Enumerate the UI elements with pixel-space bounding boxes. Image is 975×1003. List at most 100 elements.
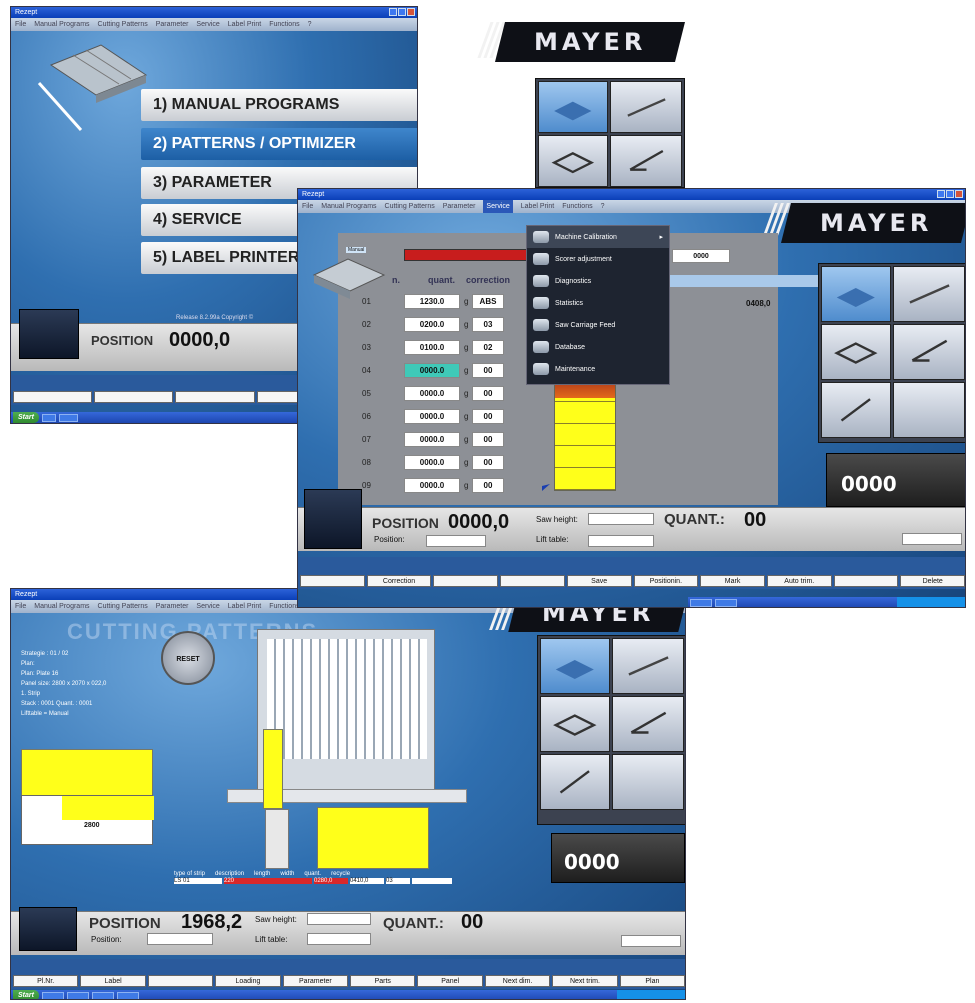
fkey-empty[interactable] bbox=[433, 575, 499, 587]
close-icon[interactable] bbox=[955, 190, 963, 198]
saw-height-field[interactable] bbox=[588, 513, 654, 525]
push-tool-button[interactable] bbox=[610, 135, 682, 187]
taskbar-item[interactable] bbox=[690, 598, 712, 607]
row-correction-field[interactable]: 00 bbox=[472, 455, 504, 470]
start-button[interactable]: Start bbox=[13, 990, 39, 999]
taskbar-item[interactable] bbox=[41, 991, 64, 999]
table-row[interactable]: 05 0000.0 g 00 bbox=[358, 383, 558, 405]
row-correction-field[interactable]: 00 bbox=[472, 386, 504, 401]
saw-height-field[interactable] bbox=[307, 913, 371, 925]
manual-programs-button[interactable]: 1) MANUAL PROGRAMS bbox=[141, 89, 417, 121]
cut-tool-button[interactable] bbox=[610, 81, 682, 133]
fkey-mark[interactable]: Mark bbox=[700, 575, 765, 587]
fkey-empty[interactable] bbox=[300, 575, 365, 587]
menu-service[interactable]: Service bbox=[196, 600, 219, 613]
menu-item-database[interactable]: Database bbox=[527, 336, 669, 358]
push-tool-button[interactable] bbox=[612, 696, 684, 752]
machine-icon[interactable] bbox=[19, 309, 79, 359]
row-correction-field[interactable]: 00 bbox=[472, 478, 504, 493]
menu-help[interactable]: ? bbox=[601, 200, 605, 213]
row-correction-field[interactable]: 03 bbox=[472, 317, 504, 332]
taskbar-item[interactable] bbox=[714, 598, 737, 607]
menu-cutting-patterns[interactable]: Cutting Patterns bbox=[98, 18, 148, 31]
start-button[interactable]: Start bbox=[13, 412, 39, 423]
menu-item-maintenance[interactable]: Maintenance bbox=[527, 358, 669, 380]
row-correction-field[interactable]: 00 bbox=[472, 409, 504, 424]
cut-tool-button[interactable] bbox=[612, 638, 684, 694]
fkey-next-dim[interactable]: Next dim. bbox=[484, 975, 551, 987]
menu-item-diagnostics[interactable]: Diagnostics bbox=[527, 270, 669, 292]
maximize-icon[interactable] bbox=[946, 190, 954, 198]
trim-tool-button[interactable] bbox=[821, 382, 891, 438]
push-tool-button[interactable] bbox=[893, 324, 965, 380]
table-row[interactable]: 08 0000.0 g 00 bbox=[358, 452, 558, 474]
patterns-optimizer-button[interactable]: 2) PATTERNS / OPTIMIZER bbox=[141, 128, 417, 160]
fkey[interactable] bbox=[175, 391, 255, 403]
fkey-parts[interactable]: Parts bbox=[350, 975, 416, 987]
menu-parameter[interactable]: Parameter bbox=[443, 200, 476, 213]
menu-functions[interactable]: Functions bbox=[269, 600, 299, 613]
row-length-field[interactable]: 0000.0 bbox=[404, 409, 460, 424]
row-correction-field[interactable]: 02 bbox=[472, 340, 504, 355]
taskbar-item[interactable] bbox=[41, 413, 56, 422]
machine-icon[interactable] bbox=[304, 489, 362, 549]
saw-tool-button[interactable] bbox=[538, 81, 608, 133]
menu-item-machine-calibration[interactable]: Machine Calibration ▸ bbox=[527, 226, 669, 248]
menu-label-print[interactable]: Label Print bbox=[228, 18, 261, 31]
lift-table-field[interactable] bbox=[588, 535, 654, 547]
fkey-empty[interactable] bbox=[147, 975, 214, 987]
fkey-label[interactable]: Label bbox=[80, 975, 146, 987]
row-length-field[interactable]: 0000.0 bbox=[404, 455, 460, 470]
fkey[interactable] bbox=[13, 391, 93, 403]
row-length-field[interactable]: 0000.0 bbox=[404, 478, 460, 493]
row-length-field[interactable]: 0000.0 bbox=[404, 363, 460, 378]
positioner-field[interactable] bbox=[147, 933, 213, 945]
row-length-field[interactable]: 0000.0 bbox=[404, 432, 460, 447]
menu-parameter[interactable]: Parameter bbox=[156, 18, 189, 31]
maximize-icon[interactable] bbox=[398, 8, 406, 16]
table-row[interactable]: 07 0000.0 g 00 bbox=[358, 429, 558, 451]
row-length-field[interactable]: 0000.0 bbox=[404, 386, 460, 401]
menu-functions[interactable]: Functions bbox=[269, 18, 299, 31]
row-correction-field[interactable]: 00 bbox=[472, 363, 504, 378]
menu-manual-programs[interactable]: Manual Programs bbox=[34, 18, 89, 31]
cut-tool-button[interactable] bbox=[893, 266, 965, 322]
fkey-parameter[interactable]: Parameter bbox=[282, 975, 349, 987]
menu-service[interactable]: Service bbox=[196, 18, 219, 31]
fkey-empty[interactable] bbox=[833, 575, 899, 587]
fkey-pl-nr[interactable]: Pl.Nr. bbox=[13, 975, 79, 987]
fkey[interactable] bbox=[94, 391, 174, 403]
stack-tool-button[interactable] bbox=[538, 135, 608, 187]
positioner-field[interactable] bbox=[426, 535, 486, 547]
minimize-icon[interactable] bbox=[937, 190, 945, 198]
fkey-loading[interactable]: Loading bbox=[215, 975, 281, 987]
fkey-empty[interactable] bbox=[500, 575, 565, 587]
menu-item-saw-carriage-feed[interactable]: Saw Carriage Feed bbox=[527, 314, 669, 336]
menu-item-statistics[interactable]: Statistics bbox=[527, 292, 669, 314]
row-correction-field[interactable]: ABS bbox=[472, 294, 504, 309]
menu-help[interactable]: ? bbox=[308, 18, 312, 31]
menu-file[interactable]: File bbox=[302, 200, 313, 213]
lift-table-field[interactable] bbox=[307, 933, 371, 945]
taskbar-item[interactable] bbox=[58, 413, 78, 422]
minimize-icon[interactable] bbox=[389, 8, 397, 16]
row-length-field[interactable]: 0200.0 bbox=[404, 317, 460, 332]
saw-tool-button[interactable] bbox=[540, 638, 610, 694]
menu-manual-programs[interactable]: Manual Programs bbox=[34, 600, 89, 613]
menu-service[interactable]: Service bbox=[483, 200, 513, 213]
row-length-field[interactable]: 1230.0 bbox=[404, 294, 460, 309]
row-correction-field[interactable]: 00 bbox=[472, 432, 504, 447]
menu-cutting-patterns[interactable]: Cutting Patterns bbox=[98, 600, 148, 613]
menu-parameter[interactable]: Parameter bbox=[156, 600, 189, 613]
taskbar-item[interactable] bbox=[66, 991, 89, 999]
fkey-panel[interactable]: Panel bbox=[417, 975, 483, 987]
fkey-plan[interactable]: Plan bbox=[619, 975, 685, 987]
fkey-save[interactable]: Save bbox=[566, 575, 632, 587]
strip-row[interactable]: LS 01 220 0280,0 0410,0 03 bbox=[174, 878, 474, 884]
fkey-auto-trim[interactable]: Auto trim. bbox=[766, 575, 832, 587]
trim-tool-button[interactable] bbox=[540, 754, 610, 810]
table-row[interactable]: 06 0000.0 g 00 bbox=[358, 406, 558, 428]
menu-manual-programs[interactable]: Manual Programs bbox=[321, 200, 376, 213]
menu-item-scorer-adjustment[interactable]: Scorer adjustment bbox=[527, 248, 669, 270]
table-row[interactable]: 09 0000.0 g 00 bbox=[358, 475, 558, 497]
